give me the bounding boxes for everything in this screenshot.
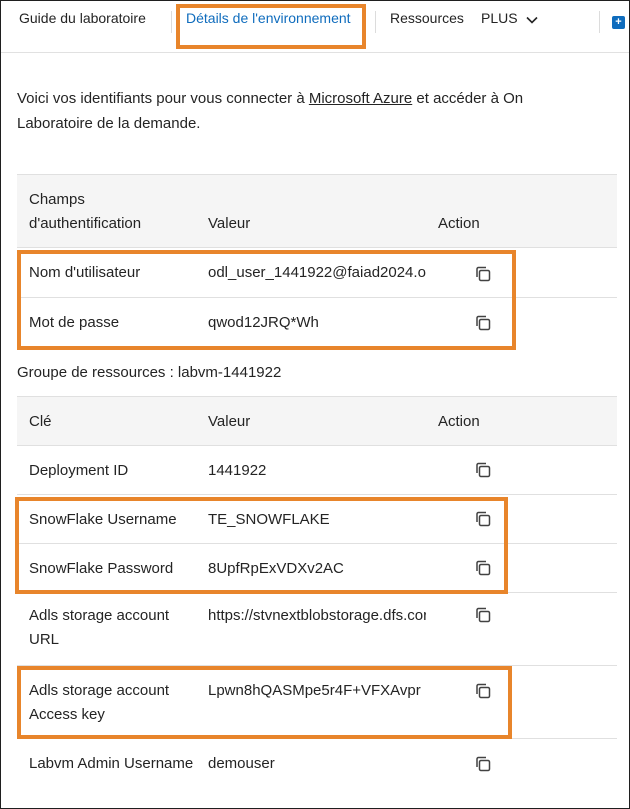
table-row: SnowFlake Password 8UpfRpExVDXv2AC bbox=[17, 544, 617, 593]
row-value: qwod12JRQ*Wh bbox=[208, 314, 319, 331]
tab-resources[interactable]: Ressources bbox=[390, 10, 464, 26]
row-value: 8UpfRpExVDXv2AC bbox=[208, 560, 344, 577]
col-header-key: Champs d'authentification bbox=[29, 191, 142, 232]
copy-icon[interactable] bbox=[474, 682, 492, 700]
row-key: SnowFlake Password bbox=[29, 560, 174, 577]
row-key: Labvm Admin Username bbox=[29, 755, 194, 772]
col-header-action: Action bbox=[438, 215, 480, 232]
copy-icon[interactable] bbox=[474, 755, 492, 773]
copy-icon[interactable] bbox=[474, 510, 492, 528]
row-key: SnowFlake Username bbox=[29, 511, 177, 528]
table-row: SnowFlake Username TE_SNOWFLAKE bbox=[17, 495, 617, 544]
copy-icon[interactable] bbox=[474, 314, 492, 332]
row-key: Adls storage account Access key bbox=[29, 682, 170, 723]
table-row: Adls storage account URL https://stvnext… bbox=[17, 593, 617, 666]
tab-more[interactable]: PLUS bbox=[481, 10, 518, 26]
table-row: Deployment ID 1441922 bbox=[17, 446, 617, 495]
tab-divider bbox=[375, 11, 376, 33]
tab-environment-details[interactable]: Détails de l'environnement bbox=[186, 10, 351, 26]
col-header-action: Action bbox=[438, 413, 480, 430]
table-row: Adls storage account Access key Lpwn8hQA… bbox=[17, 666, 617, 739]
row-value: demouser bbox=[208, 755, 275, 772]
table-row: Nom d'utilisateur odl_user_1441922@faiad… bbox=[17, 248, 617, 298]
row-value: TE_SNOWFLAKE bbox=[208, 511, 330, 528]
table-row: Labvm Admin Username demouser bbox=[17, 739, 617, 805]
resource-group-title: Groupe de ressources : labvm-1441922 bbox=[17, 364, 282, 381]
side-panel-icon[interactable]: + bbox=[612, 16, 625, 29]
copy-icon[interactable] bbox=[474, 559, 492, 577]
microsoft-azure-link[interactable]: Microsoft Azure bbox=[309, 90, 412, 107]
tab-lab-guide[interactable]: Guide du laboratoire bbox=[19, 10, 146, 26]
row-key: Nom d'utilisateur bbox=[29, 264, 141, 281]
row-key: Mot de passe bbox=[29, 314, 120, 331]
tab-divider bbox=[171, 11, 172, 33]
table-row: Mot de passe qwod12JRQ*Wh bbox=[17, 298, 617, 348]
row-value: 1441922 bbox=[208, 462, 267, 479]
row-value: odl_user_1441922@faiad2024.onmicrosoft.c… bbox=[208, 264, 426, 281]
chevron-down-icon[interactable] bbox=[525, 13, 539, 27]
col-header-value: Valeur bbox=[208, 215, 251, 232]
tab-divider bbox=[599, 11, 600, 33]
row-value: Lpwn8hQASMpe5r4F+VFXAvpr bbox=[208, 682, 421, 699]
copy-icon[interactable] bbox=[474, 265, 492, 283]
col-header-key: Clé bbox=[29, 413, 52, 430]
row-key: Adls storage account URL bbox=[29, 607, 170, 648]
copy-icon[interactable] bbox=[474, 606, 492, 624]
row-value: https://stvnextblobstorage.dfs.core.wind… bbox=[208, 607, 426, 624]
copy-icon[interactable] bbox=[474, 461, 492, 479]
intro-text: Voici vos identifiants pour vous connect… bbox=[17, 90, 524, 132]
row-key: Deployment ID bbox=[29, 462, 129, 479]
resource-table-header: Clé Valeur Action bbox=[17, 396, 617, 446]
tab-bar: Guide du laboratoire Détails de l'enviro… bbox=[1, 1, 629, 53]
auth-table-header: Champs d'authentification Valeur Action bbox=[17, 174, 617, 248]
col-header-value: Valeur bbox=[208, 413, 251, 430]
